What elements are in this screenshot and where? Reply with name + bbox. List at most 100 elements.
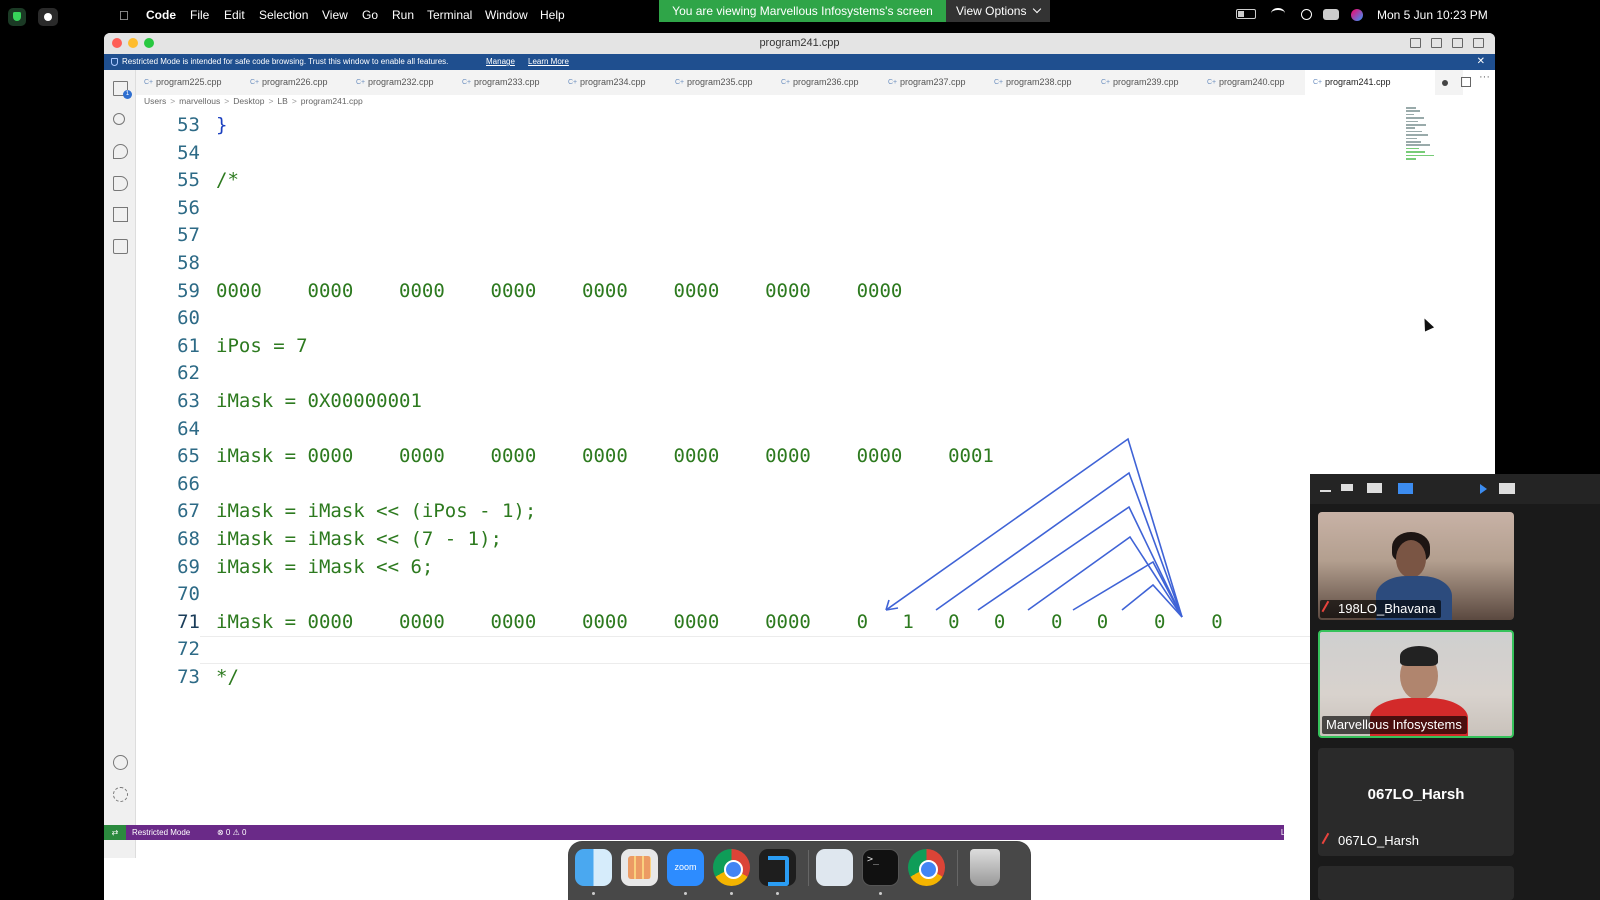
zoom-view-toolbar [1310, 474, 1600, 504]
manage-link[interactable]: Manage [486, 54, 515, 70]
tab-program239[interactable]: program239.cpp [1093, 70, 1179, 95]
settings-gear-icon[interactable] [113, 787, 128, 802]
vscode-icon[interactable] [759, 849, 796, 886]
launchpad-icon[interactable] [621, 849, 658, 886]
minimap-line [1406, 147, 1419, 150]
breadcrumb-file[interactable]: program241.cpp [301, 96, 363, 106]
tab-program232[interactable]: program232.cpp [348, 70, 434, 95]
menu-selection[interactable]: Selection [259, 8, 308, 22]
tab-program240[interactable]: program240.cpp [1199, 70, 1285, 95]
zoom-participants-panel: 198LO_Bhavana Marvellous Infosystems 067… [1310, 474, 1600, 900]
chrome-icon[interactable] [713, 849, 750, 886]
tab-program225[interactable]: program225.cpp [136, 70, 222, 95]
unsaved-dot-icon[interactable] [1442, 80, 1448, 86]
run-debug-icon[interactable] [113, 176, 128, 191]
shield-icon [111, 58, 118, 66]
dock-separator [808, 850, 809, 886]
breadcrumb-item[interactable]: Users [144, 96, 166, 106]
popout-icon[interactable] [1499, 483, 1515, 494]
finder-icon[interactable] [575, 849, 612, 886]
toggle-sidebar-icon[interactable] [1410, 38, 1421, 48]
menubar-clock[interactable]: Mon 5 Jun 10:23 PM [1377, 8, 1488, 22]
tab-program226[interactable]: program226.cpp [242, 70, 328, 95]
participant-name-tag: 198LO_Bhavana [1320, 600, 1441, 618]
zoom-app-icon[interactable]: zoom [667, 849, 704, 886]
account-icon[interactable] [113, 755, 128, 770]
menu-help[interactable]: Help [540, 8, 565, 22]
annotation-stroke [1027, 535, 1183, 618]
strip-view-icon[interactable] [1341, 484, 1353, 491]
menu-file[interactable]: File [190, 8, 209, 22]
view-options-button[interactable]: View Options [946, 0, 1050, 22]
participant-tile-active-speaker[interactable]: Marvellous Infosystems [1318, 630, 1514, 738]
menu-view[interactable]: View [322, 8, 348, 22]
breadcrumb-item[interactable]: LB [277, 96, 287, 106]
toggle-panel-icon[interactable] [1431, 38, 1442, 48]
tab-program233[interactable]: program233.cpp [454, 70, 540, 95]
learn-more-link[interactable]: Learn More [528, 54, 569, 70]
menu-app-name[interactable]: Code [146, 8, 176, 22]
minimap-line [1406, 107, 1416, 109]
tab-program238[interactable]: program238.cpp [986, 70, 1072, 95]
tab-program241-active[interactable]: program241.cpp [1305, 70, 1435, 95]
menu-run[interactable]: Run [392, 8, 414, 22]
security-shield-icon[interactable] [8, 8, 26, 26]
menu-go[interactable]: Go [362, 8, 378, 22]
siri-icon[interactable] [1351, 9, 1363, 21]
wifi-icon[interactable] [1271, 8, 1285, 19]
menu-window[interactable]: Window [485, 8, 528, 22]
macos-menubar:  Code File Edit Selection View Go Run T… [0, 0, 1600, 30]
participant-tile[interactable]: 198LO_Bhavana [1318, 512, 1514, 620]
breadcrumb: Users > marvellous > Desktop > LB > program241.c… [144, 96, 363, 106]
participant-tile[interactable]: 067LO_Harsh 067LO_Harsh [1318, 748, 1514, 856]
source-control-icon[interactable] [113, 144, 128, 159]
restricted-mode-status[interactable]: Restricted Mode [132, 825, 190, 840]
problems-status[interactable]: ⊗ 0 ⚠ 0 [217, 825, 246, 840]
search-icon[interactable] [113, 113, 125, 125]
extensions-icon[interactable] [113, 207, 128, 222]
breadcrumb-item[interactable]: marvellous [179, 96, 220, 106]
explorer-badge: 1 [123, 90, 132, 99]
running-indicator [776, 892, 779, 895]
breadcrumb-item[interactable]: Desktop [233, 96, 264, 106]
participant-tile[interactable] [1318, 866, 1514, 900]
minimize-icon[interactable] [1320, 490, 1331, 492]
apple-icon[interactable]:  [119, 8, 129, 23]
chrome-icon[interactable] [908, 849, 945, 886]
minimap-line [1406, 134, 1428, 136]
tab-program237[interactable]: program237.cpp [880, 70, 966, 95]
minimap-line [1406, 158, 1416, 160]
menu-edit[interactable]: Edit [224, 8, 245, 22]
toggle-secondary-sidebar-icon[interactable] [1452, 38, 1463, 48]
speaker-view-icon[interactable] [1367, 483, 1382, 493]
minimap[interactable] [1406, 107, 1446, 167]
running-indicator [592, 892, 595, 895]
minimap-line [1406, 130, 1422, 133]
tab-program235[interactable]: program235.cpp [667, 70, 753, 95]
close-banner-icon[interactable]: ✕ [1477, 54, 1485, 70]
remote-explorer-icon[interactable] [113, 239, 128, 254]
battery-icon[interactable] [1236, 9, 1256, 19]
screen-record-icon[interactable] [38, 8, 58, 26]
trash-icon[interactable] [970, 849, 1000, 886]
remote-indicator-icon[interactable]: ⇄ [104, 825, 126, 840]
participant-video [1396, 540, 1426, 578]
mic-muted-icon [1321, 832, 1335, 848]
tab-program234[interactable]: program234.cpp [560, 70, 646, 95]
split-editor-icon[interactable] [1461, 77, 1471, 87]
editor-tab-bar: program225.cpp program226.cpp program232… [136, 70, 1490, 95]
code-editor[interactable]: 53} 54 55/* 56 57 58 59 0000 0000 0000 0000 000… [136, 107, 1463, 858]
next-page-icon[interactable] [1480, 484, 1487, 494]
gallery-view-icon[interactable] [1398, 483, 1413, 494]
running-indicator [879, 892, 882, 895]
preview-icon[interactable] [816, 849, 853, 886]
pen-annotation-layer [885, 437, 1183, 618]
control-center-icon[interactable] [1323, 9, 1339, 20]
minimap-line [1406, 110, 1420, 112]
terminal-icon[interactable]: >_ [862, 849, 899, 886]
more-actions-icon[interactable]: ··· [1479, 71, 1490, 83]
tab-program236[interactable]: program236.cpp [773, 70, 859, 95]
menu-terminal[interactable]: Terminal [427, 8, 472, 22]
customize-layout-icon[interactable] [1473, 38, 1484, 48]
spotlight-search-icon[interactable] [1301, 9, 1312, 20]
